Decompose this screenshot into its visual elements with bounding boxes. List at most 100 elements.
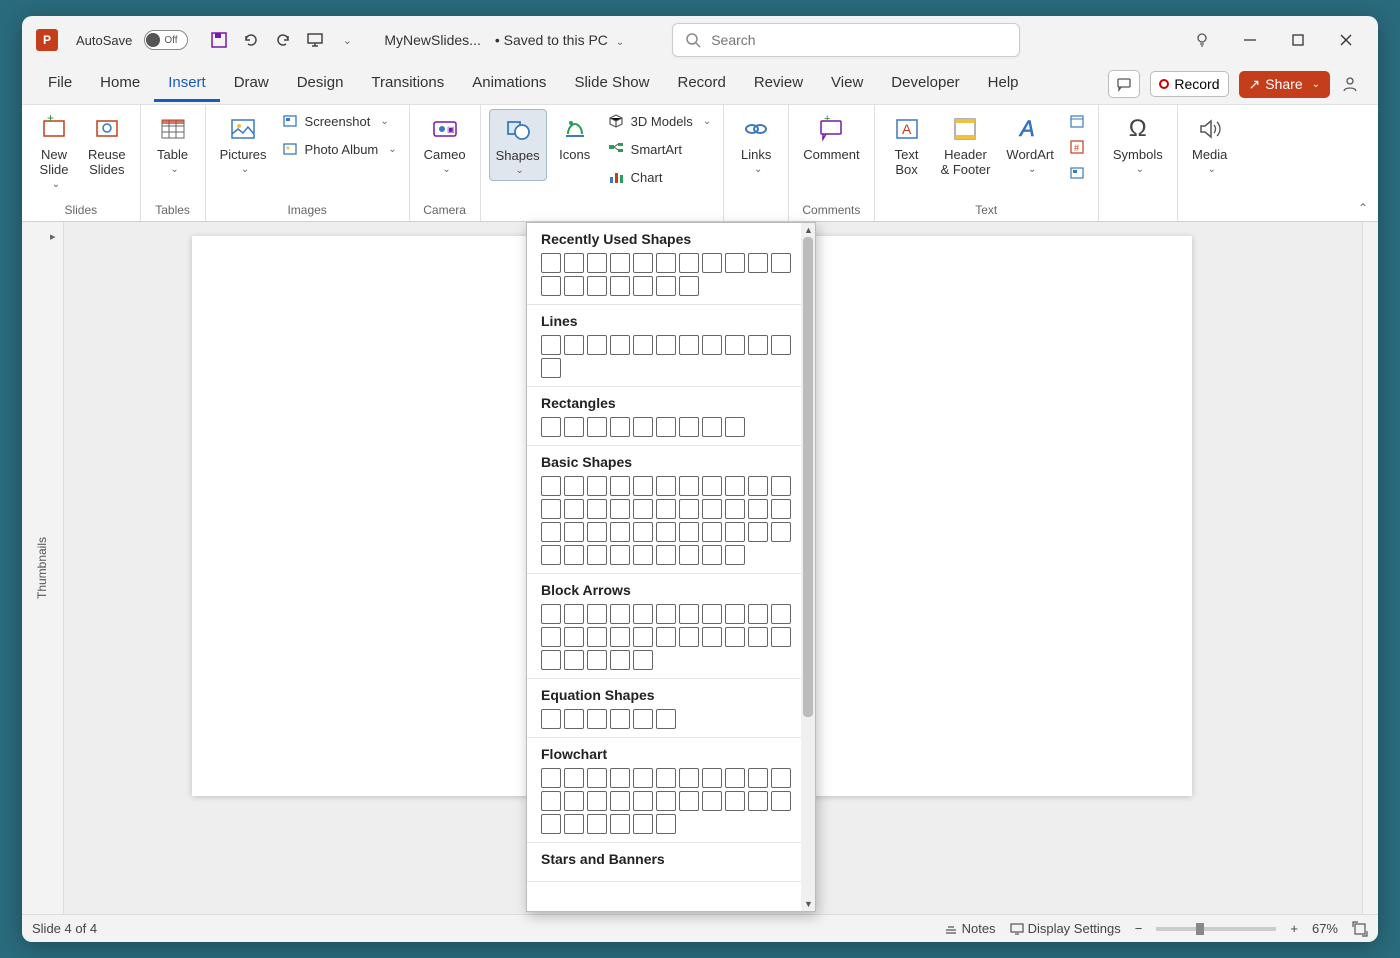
shape-item[interactable]	[610, 417, 630, 437]
shape-item[interactable]	[679, 627, 699, 647]
shape-item[interactable]	[587, 604, 607, 624]
shape-item[interactable]	[610, 709, 630, 729]
shape-item[interactable]	[633, 709, 653, 729]
shape-item[interactable]	[702, 417, 722, 437]
tab-help[interactable]: Help	[974, 66, 1033, 102]
shape-item[interactable]	[702, 627, 722, 647]
dropdown-scrollbar[interactable]: ▲ ▼	[801, 223, 815, 911]
photo-album-button[interactable]: Photo Album ⌄	[277, 137, 401, 161]
shape-item[interactable]	[541, 417, 561, 437]
shape-item[interactable]	[702, 604, 722, 624]
shape-item[interactable]	[679, 335, 699, 355]
scrollbar-thumb[interactable]	[803, 237, 813, 717]
shape-item[interactable]	[587, 417, 607, 437]
shape-item[interactable]	[541, 276, 561, 296]
shape-item[interactable]	[541, 768, 561, 788]
comment-button[interactable]: + Comment	[797, 109, 865, 166]
shape-item[interactable]	[610, 650, 630, 670]
thumbnails-pane[interactable]: ▸ Thumbnails	[22, 222, 64, 914]
3d-models-button[interactable]: 3D Models ⌄	[603, 109, 716, 133]
tab-animations[interactable]: Animations	[458, 66, 560, 102]
zoom-percent[interactable]: 67%	[1312, 921, 1338, 936]
shape-item[interactable]	[610, 499, 630, 519]
table-button[interactable]: Table⌄	[149, 109, 197, 179]
shape-item[interactable]	[679, 476, 699, 496]
tab-insert[interactable]: Insert	[154, 66, 220, 102]
shape-item[interactable]	[633, 545, 653, 565]
share-button[interactable]: ↗Share⌄	[1239, 71, 1330, 98]
shape-item[interactable]	[748, 253, 768, 273]
shape-item[interactable]	[679, 768, 699, 788]
shapes-button[interactable]: Shapes⌄	[489, 109, 547, 181]
shape-item[interactable]	[748, 627, 768, 647]
save-icon[interactable]	[210, 31, 228, 49]
shape-item[interactable]	[656, 253, 676, 273]
shape-item[interactable]	[610, 768, 630, 788]
shape-item[interactable]	[541, 604, 561, 624]
shape-item[interactable]	[771, 604, 791, 624]
new-slide-button[interactable]: + New Slide⌄	[30, 109, 78, 194]
shape-item[interactable]	[610, 476, 630, 496]
zoom-out-button[interactable]: −	[1135, 921, 1143, 936]
shape-item[interactable]	[656, 709, 676, 729]
minimize-icon[interactable]	[1240, 30, 1260, 50]
shape-item[interactable]	[656, 522, 676, 542]
shape-item[interactable]	[656, 499, 676, 519]
shape-item[interactable]	[610, 545, 630, 565]
shape-item[interactable]	[748, 791, 768, 811]
shape-item[interactable]	[679, 545, 699, 565]
shape-item[interactable]	[725, 476, 745, 496]
search-box[interactable]	[672, 23, 1020, 57]
shape-item[interactable]	[771, 522, 791, 542]
tab-view[interactable]: View	[817, 66, 877, 102]
shape-item[interactable]	[610, 604, 630, 624]
shape-item[interactable]	[587, 791, 607, 811]
lightbulb-icon[interactable]	[1192, 30, 1212, 50]
shape-item[interactable]	[656, 545, 676, 565]
shape-item[interactable]	[564, 476, 584, 496]
shape-item[interactable]	[610, 253, 630, 273]
shape-item[interactable]	[587, 709, 607, 729]
shape-item[interactable]	[656, 627, 676, 647]
shape-item[interactable]	[633, 604, 653, 624]
shape-item[interactable]	[702, 522, 722, 542]
tab-developer[interactable]: Developer	[877, 66, 973, 102]
shape-item[interactable]	[610, 335, 630, 355]
shape-item[interactable]	[541, 791, 561, 811]
shape-item[interactable]	[725, 545, 745, 565]
shape-item[interactable]	[748, 476, 768, 496]
object-button[interactable]	[1064, 161, 1090, 185]
shape-item[interactable]	[564, 335, 584, 355]
shape-item[interactable]	[564, 604, 584, 624]
display-settings-button[interactable]: Display Settings	[1010, 921, 1121, 936]
shape-item[interactable]	[587, 650, 607, 670]
shape-item[interactable]	[656, 335, 676, 355]
shape-item[interactable]	[633, 253, 653, 273]
shape-item[interactable]	[587, 627, 607, 647]
screenshot-button[interactable]: Screenshot ⌄	[277, 109, 401, 133]
shape-item[interactable]	[679, 417, 699, 437]
shape-item[interactable]	[587, 545, 607, 565]
shape-item[interactable]	[748, 522, 768, 542]
shape-item[interactable]	[541, 522, 561, 542]
zoom-knob[interactable]	[1196, 923, 1204, 935]
shape-item[interactable]	[725, 768, 745, 788]
shape-item[interactable]	[633, 335, 653, 355]
reuse-slides-button[interactable]: Reuse Slides	[82, 109, 132, 181]
document-title[interactable]: MyNewSlides...	[384, 32, 480, 48]
shape-item[interactable]	[564, 627, 584, 647]
save-status[interactable]: • Saved to this PC ⌄	[495, 32, 624, 48]
maximize-icon[interactable]	[1288, 30, 1308, 50]
scroll-down-icon[interactable]: ▼	[804, 899, 813, 909]
vertical-scrollbar[interactable]	[1362, 222, 1378, 914]
shape-item[interactable]	[679, 253, 699, 273]
shape-item[interactable]	[587, 476, 607, 496]
shape-item[interactable]	[725, 417, 745, 437]
shape-item[interactable]	[541, 358, 561, 378]
date-time-button[interactable]	[1064, 109, 1090, 133]
shape-item[interactable]	[587, 253, 607, 273]
tab-review[interactable]: Review	[740, 66, 817, 102]
shape-item[interactable]	[633, 276, 653, 296]
tab-home[interactable]: Home	[86, 66, 154, 102]
tab-slide-show[interactable]: Slide Show	[560, 66, 663, 102]
